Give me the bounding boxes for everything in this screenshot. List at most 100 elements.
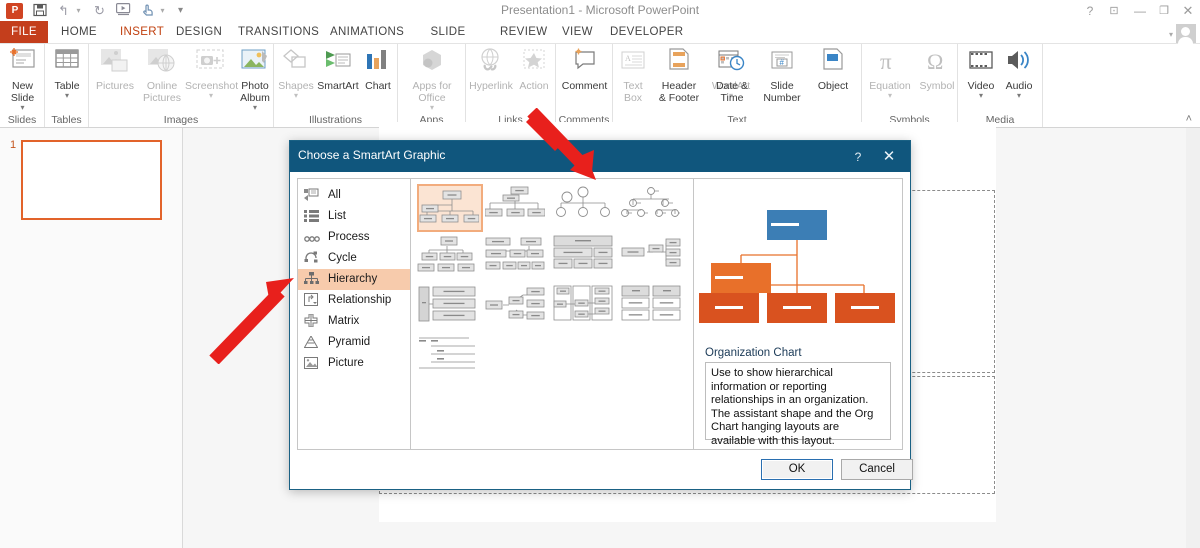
slide-thumbnail-1[interactable] bbox=[21, 140, 162, 220]
tab-file[interactable]: FILE bbox=[0, 21, 48, 44]
ribbon-group-slides: New Slide ▾ Slides bbox=[0, 44, 45, 127]
category-label: All bbox=[328, 189, 341, 201]
ribbon-button-header--footer[interactable]: Header & Footer bbox=[651, 48, 707, 104]
tab-home[interactable]: HOME bbox=[48, 21, 110, 44]
canvas-vertical-scrollbar[interactable] bbox=[1186, 128, 1200, 548]
category-all[interactable]: All bbox=[298, 185, 410, 206]
tab-insert[interactable]: INSERT bbox=[110, 21, 166, 44]
ribbon-button-smartart[interactable]: SmartArt bbox=[316, 48, 360, 92]
ribbon-display-options-button[interactable]: ⊡ bbox=[1102, 2, 1126, 20]
slide-number-label: 1 bbox=[10, 139, 17, 151]
dropdown-caret-icon[interactable]: ▾ bbox=[962, 92, 1000, 100]
slide-thumbnail-pane[interactable]: 1 bbox=[0, 128, 183, 548]
dropdown-caret-icon[interactable]: ▾ bbox=[185, 92, 237, 100]
ribbon-button-video[interactable]: Video ▾ bbox=[962, 48, 1000, 100]
ribbon-button-apps-for-office[interactable]: Apps for Office ▾ bbox=[400, 48, 464, 112]
ribbon-button-label: Object bbox=[817, 80, 849, 92]
category-cycle[interactable]: Cycle bbox=[298, 248, 410, 269]
choose-smartart-dialog[interactable]: Choose a SmartArt Graphic ? ✕ All List Pro… bbox=[289, 140, 913, 490]
smartart-layout-5[interactable] bbox=[417, 234, 483, 282]
dropdown-caret-icon[interactable]: ▾ bbox=[237, 104, 273, 112]
smartart-layout-8[interactable] bbox=[621, 234, 687, 282]
tab-animations[interactable]: ANIMATIONS bbox=[320, 21, 406, 44]
category-relationship[interactable]: Relationship bbox=[298, 290, 410, 311]
ribbon-button-screenshot[interactable]: Screenshot ▾ bbox=[185, 48, 238, 100]
category-picture[interactable]: Picture bbox=[298, 353, 410, 374]
action-icon bbox=[514, 48, 554, 80]
smartart-layout-9[interactable] bbox=[417, 284, 483, 332]
category-list[interactable]: All List Process Cycle Hierarchy Relationship… bbox=[298, 179, 411, 449]
category-label: Cycle bbox=[328, 252, 357, 264]
cancel-button[interactable]: Cancel bbox=[841, 459, 913, 480]
smartart-layout-1[interactable] bbox=[417, 184, 483, 232]
category-matrix[interactable]: Matrix bbox=[298, 311, 410, 332]
dropdown-caret-icon[interactable]: ▾ bbox=[1000, 92, 1038, 100]
dropdown-caret-icon[interactable]: ▾ bbox=[47, 92, 87, 100]
tab-slide-show[interactable]: SLIDE SHOW bbox=[406, 21, 490, 61]
category-hierarchy[interactable]: Hierarchy bbox=[298, 269, 410, 290]
ribbon-button-comment[interactable]: Comment bbox=[556, 48, 613, 92]
dialog-help-icon[interactable]: ? bbox=[848, 147, 868, 167]
smartart-layout-13[interactable] bbox=[417, 334, 483, 382]
hierarchy-icon bbox=[304, 272, 323, 286]
category-list[interactable]: List bbox=[298, 206, 410, 227]
ribbon-button-label: Date & bbox=[715, 80, 749, 92]
restore-button[interactable]: ❐ bbox=[1152, 2, 1176, 20]
tab-developer[interactable]: DEVELOPER bbox=[600, 21, 684, 44]
account-caret-icon[interactable]: ▾ bbox=[1169, 30, 1173, 39]
smartart-layout-6[interactable] bbox=[485, 234, 551, 282]
ribbon-button-pictures[interactable]: Pictures bbox=[92, 48, 138, 92]
smartart-layout-12[interactable] bbox=[621, 284, 687, 332]
tab-design[interactable]: DESIGN bbox=[166, 21, 228, 44]
minimize-button[interactable]: — bbox=[1128, 2, 1152, 20]
smartart-layout-10[interactable] bbox=[485, 284, 551, 332]
close-button[interactable]: ✕ bbox=[1176, 2, 1200, 20]
ribbon-button-object[interactable]: Object bbox=[809, 48, 857, 92]
ribbon-button-audio[interactable]: Audio ▾ bbox=[1000, 48, 1038, 100]
smartart-layout-7[interactable] bbox=[553, 234, 619, 282]
svg-text:#: # bbox=[780, 58, 785, 67]
dropdown-caret-icon[interactable]: ▾ bbox=[276, 92, 316, 100]
dropdown-caret-icon[interactable]: ▾ bbox=[864, 92, 916, 100]
ok-button[interactable]: OK bbox=[761, 459, 833, 480]
user-account-avatar[interactable] bbox=[1176, 24, 1196, 45]
smartart-icon bbox=[316, 48, 360, 80]
tab-view[interactable]: VIEW bbox=[552, 21, 600, 44]
ribbon-button-action[interactable]: Action bbox=[514, 48, 554, 92]
apps-for-office-icon bbox=[400, 48, 464, 80]
smartart-layout-4[interactable] bbox=[621, 184, 687, 232]
dropdown-caret-icon[interactable]: ▾ bbox=[400, 104, 464, 112]
smartart-gallery[interactable] bbox=[411, 179, 694, 449]
category-pyramid[interactable]: Pyramid bbox=[298, 332, 410, 353]
help-button[interactable]: ? bbox=[1078, 2, 1102, 20]
ribbon-button-equation[interactable]: π Equation ▾ bbox=[864, 48, 916, 100]
ribbon-button-text-box[interactable]: A Text Box bbox=[615, 48, 651, 104]
smartart-layout-2[interactable] bbox=[485, 184, 551, 232]
smartart-layout-11[interactable] bbox=[553, 284, 619, 332]
ribbon-button-label: Box bbox=[623, 92, 643, 104]
ribbon-button-date--time[interactable]: Date & Time bbox=[709, 48, 755, 104]
dropdown-caret-icon[interactable]: ▾ bbox=[2, 104, 43, 112]
ribbon-button-photo-album[interactable]: Photo Album ▾ bbox=[237, 48, 273, 112]
category-label: Hierarchy bbox=[328, 273, 378, 285]
ribbon-group-comments: Comment Comments bbox=[556, 44, 613, 127]
ribbon-button-table[interactable]: Table ▾ bbox=[47, 48, 87, 100]
category-process[interactable]: Process bbox=[298, 227, 410, 248]
category-label: Pyramid bbox=[328, 336, 371, 348]
ribbon-button-new-slide[interactable]: New Slide ▾ bbox=[2, 48, 43, 112]
ribbon-button-chart[interactable]: Chart bbox=[360, 48, 396, 92]
tab-review[interactable]: REVIEW bbox=[490, 21, 552, 44]
tab-transitions[interactable]: TRANSITIONS bbox=[228, 21, 320, 44]
ribbon-button-label: SmartArt bbox=[317, 80, 359, 92]
smartart-layout-3[interactable] bbox=[553, 184, 619, 232]
ribbon-button-label: Comment bbox=[561, 80, 608, 92]
ribbon-button-hyperlink[interactable]: Hyperlink bbox=[468, 48, 514, 92]
ribbon-button-online-pictures[interactable]: Online Pictures bbox=[139, 48, 185, 104]
collapse-ribbon-icon[interactable]: ˄ bbox=[1186, 113, 1192, 125]
online-pictures-icon bbox=[139, 48, 185, 80]
dialog-close-icon[interactable]: ✕ bbox=[878, 146, 900, 167]
ribbon-button-shapes[interactable]: Shapes ▾ bbox=[276, 48, 316, 100]
ribbon-button-slide-number[interactable]: # Slide Number bbox=[755, 48, 809, 104]
dialog-title: Choose a SmartArt Graphic bbox=[298, 148, 446, 162]
ribbon-button-symbol[interactable]: Ω Symbol bbox=[916, 48, 958, 92]
